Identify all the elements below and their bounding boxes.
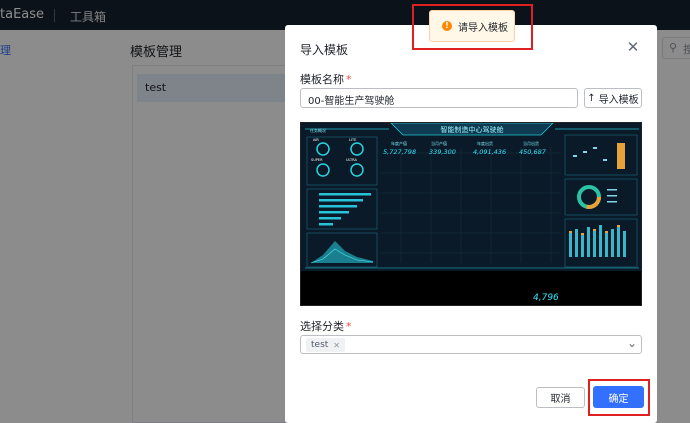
import-template-label: 导入模板 [598,94,639,106]
import-template-button[interactable]: ↑ 导入模板 [584,88,642,108]
template-name-label: 模板名称 * [300,73,352,86]
template-name-field[interactable]: 00-智能生产驾驶舱 [300,88,578,108]
kpi-value-2: 339,300 [429,148,456,156]
preview-title: 智能制造中心驾驶舱 [441,125,504,134]
chevron-down-icon[interactable]: ⌄ [627,336,637,350]
gauge-label-ultra: ULTRA [346,158,357,162]
kpi-value-3: 4,091,436 [473,148,506,156]
close-icon[interactable]: ✕ [625,39,641,55]
kpi-label-1: 年度产值 [391,140,407,146]
preview-bottom-value: 4,796 [533,293,559,303]
dialog-title: 导入模板 [300,43,349,57]
tag-remove-icon[interactable]: ✕ [333,341,340,350]
template-preview-image: 智能制造中心驾驶舱 任务概况 AIR LITE SUPER ULTRA 年度产值… [300,122,642,306]
import-template-dialog: 导入模板 ✕ 模板名称 * 00-智能生产驾驶舱 ↑ 导入模板 智能制造中心驾驶舱 [285,25,657,423]
category-select[interactable]: test ✕ ⌄ [300,335,642,354]
annotation-box-confirm [588,379,650,416]
cancel-button[interactable]: 取消 [536,387,585,408]
upload-icon: ↑ [587,92,596,104]
kpi-value-4: 450,687 [519,148,547,156]
category-select-label: 选择分类 * [300,320,352,333]
selected-category-tag: test ✕ [306,338,345,352]
selected-category-label: test [311,340,329,350]
kpi-label-3: 年度出货 [477,140,493,146]
preview-left-title: 任务概况 [310,127,326,133]
gauge-label-air: AIR [313,138,319,142]
kpi-value-1: 5,727,798 [383,148,416,156]
gauge-label-super: SUPER [311,158,323,162]
kpi-label-4: 当月出货 [523,140,539,146]
kpi-label-2: 当月产值 [431,140,447,146]
annotation-box-toast [412,4,533,50]
gauge-label-lite: LITE [349,138,356,142]
